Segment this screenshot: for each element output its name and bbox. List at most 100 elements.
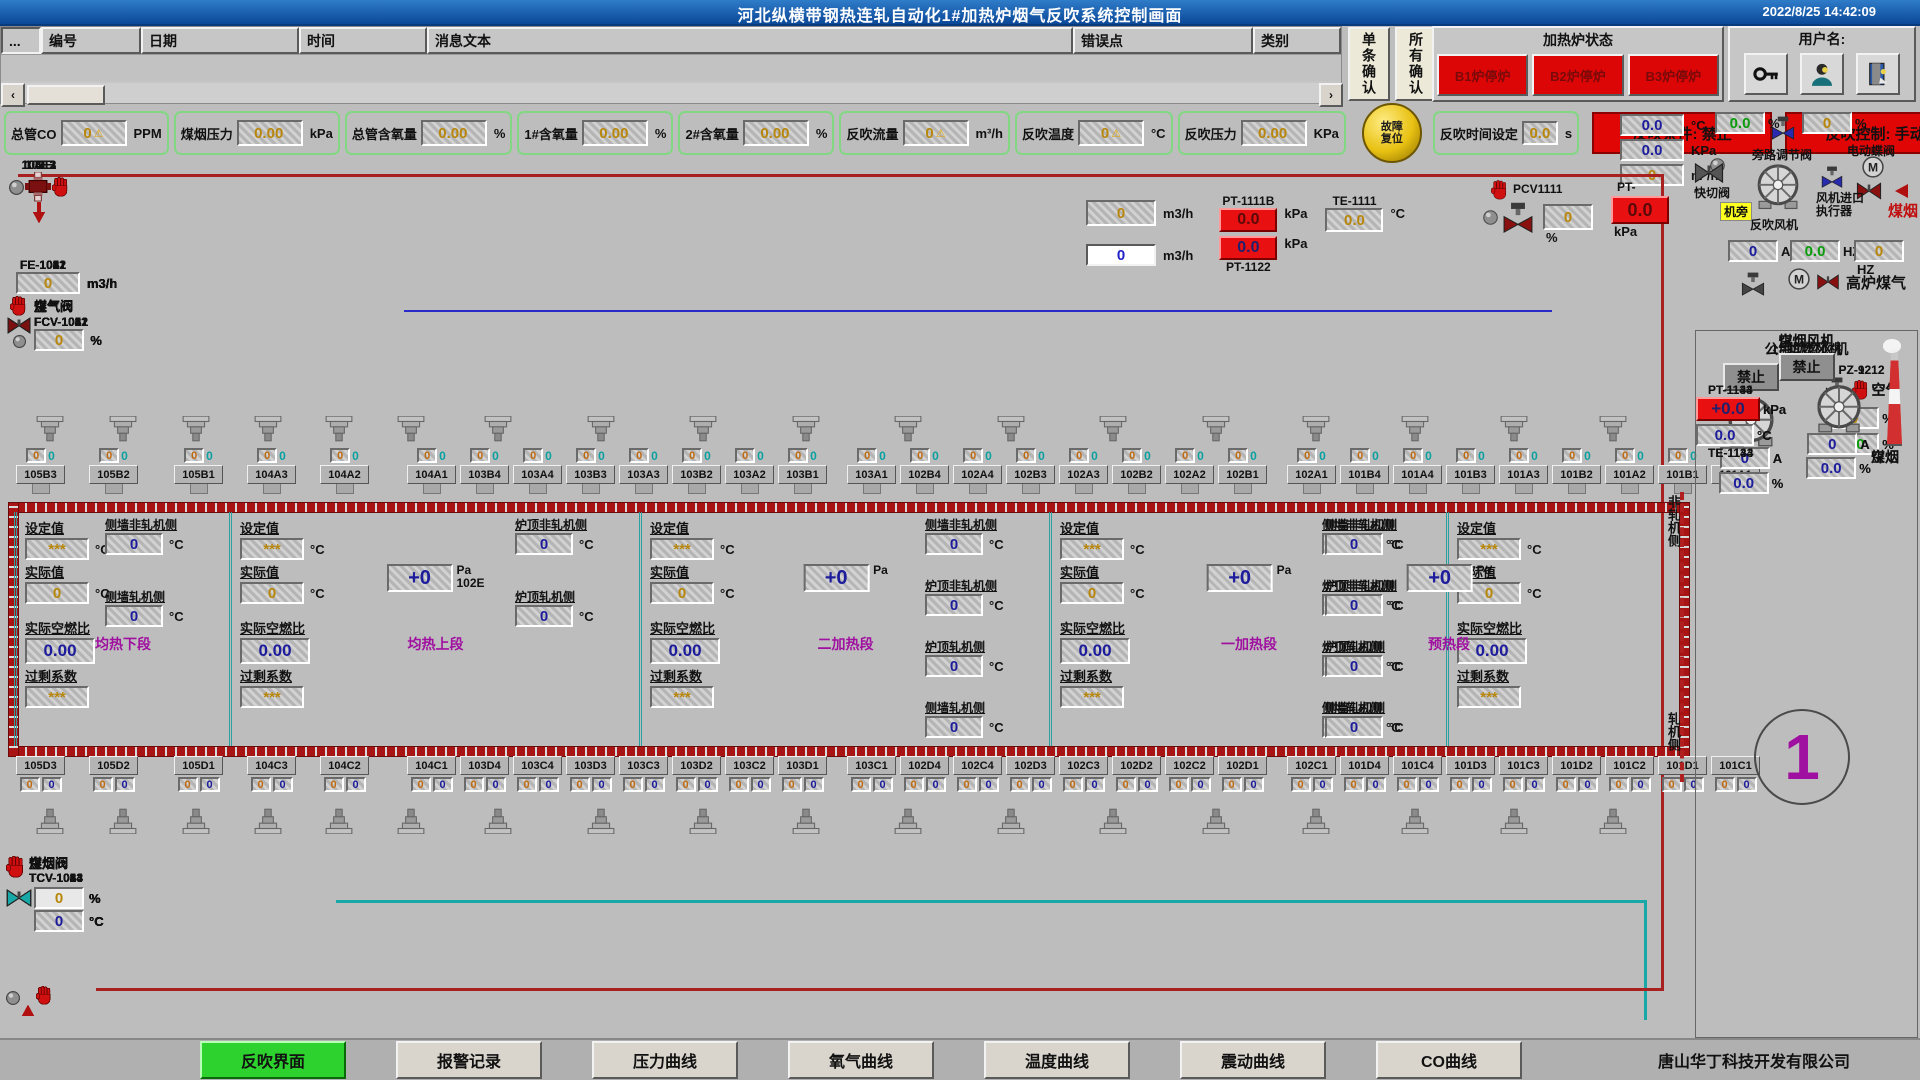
- burner-tag[interactable]: 102B2: [1112, 465, 1161, 484]
- ack-single-button[interactable]: 单条确认: [1348, 27, 1390, 101]
- nav-alarm-log[interactable]: 报警记录: [396, 1041, 542, 1079]
- burner-tag[interactable]: 103A2: [725, 465, 774, 484]
- zone-setpoint[interactable]: ***: [25, 538, 89, 560]
- alarm-col-id[interactable]: 编号: [41, 27, 141, 54]
- logout-button[interactable]: [1856, 53, 1900, 95]
- zone-setpoint[interactable]: ***: [1060, 538, 1124, 560]
- burner-tag[interactable]: 104A3: [247, 465, 296, 484]
- burner-tag[interactable]: 101B3: [1446, 465, 1495, 484]
- quick-cut-valve-icon[interactable]: [1694, 162, 1724, 184]
- nav-pressure-curve[interactable]: 压力曲线: [592, 1041, 738, 1079]
- alarm-col-errorpoint[interactable]: 错误点: [1073, 27, 1253, 54]
- shutoff-valve-icon[interactable]: [25, 172, 51, 202]
- hand-manual-icon[interactable]: [52, 177, 70, 197]
- nav-temperature-curve[interactable]: 温度曲线: [984, 1041, 1130, 1079]
- burner-tag[interactable]: 102A4: [953, 465, 1002, 484]
- alarm-col-category[interactable]: 类别: [1253, 27, 1341, 54]
- burner-tag[interactable]: 105B3: [16, 465, 65, 484]
- burner-tag[interactable]: 103A1: [847, 465, 896, 484]
- burner-tag[interactable]: 102D2: [1112, 756, 1161, 775]
- burner-tag[interactable]: 102B4: [900, 465, 949, 484]
- burner-tag[interactable]: 102D3: [1006, 756, 1055, 775]
- zone-setpoint[interactable]: ***: [650, 538, 714, 560]
- bfg-butterfly-icon[interactable]: [1816, 274, 1840, 290]
- burner-tag[interactable]: 102C4: [953, 756, 1002, 775]
- burner-tag[interactable]: 104A2: [320, 465, 369, 484]
- burner-tag[interactable]: 102D4: [900, 756, 949, 775]
- bypass-setpoint[interactable]: 0: [1802, 112, 1852, 134]
- scroll-right-arrow-icon[interactable]: ›: [1319, 83, 1343, 107]
- burner-tag[interactable]: 105D2: [89, 756, 138, 775]
- burner-tag[interactable]: 103A3: [619, 465, 668, 484]
- burner-tag[interactable]: 103D1: [778, 756, 827, 775]
- ack-all-button[interactable]: 所有确认: [1395, 27, 1437, 101]
- fan-hz-setpoint[interactable]: 0: [1854, 240, 1904, 262]
- burner-tag[interactable]: 105D3: [16, 756, 65, 775]
- burner-tag[interactable]: 101A2: [1605, 465, 1654, 484]
- burner-tag[interactable]: 104A1: [407, 465, 456, 484]
- nav-oxygen-curve[interactable]: 氧气曲线: [788, 1041, 934, 1079]
- burner-tag[interactable]: 103B2: [672, 465, 721, 484]
- zone-setpoint[interactable]: ***: [1457, 538, 1521, 560]
- burner-tag[interactable]: 105B1: [174, 465, 223, 484]
- fan-inlet-actuator-icon[interactable]: [1820, 166, 1844, 190]
- alarm-menu-button[interactable]: ...: [1, 27, 41, 54]
- hand-manual-icon[interactable]: [1491, 180, 1509, 200]
- hand-manual-icon[interactable]: [36, 986, 53, 1005]
- burner-tag[interactable]: 102B1: [1218, 465, 1267, 484]
- burner-tag[interactable]: 103A4: [513, 465, 562, 484]
- burner-tag[interactable]: 102C1: [1287, 756, 1336, 775]
- burner-tag[interactable]: 101D4: [1340, 756, 1389, 775]
- alarm-scrollbar[interactable]: ‹ ›: [1, 83, 1343, 103]
- burner-tag[interactable]: 103C4: [513, 756, 562, 775]
- control-valve-icon[interactable]: [7, 317, 31, 334]
- login-button[interactable]: [1744, 53, 1788, 95]
- burner-tag[interactable]: 101C4: [1393, 756, 1442, 775]
- zone-setpoint[interactable]: ***: [240, 538, 304, 560]
- pcv-valve-icon[interactable]: [1501, 202, 1535, 236]
- burner-tag[interactable]: 103B4: [460, 465, 509, 484]
- alarm-col-time[interactable]: 时间: [299, 27, 427, 54]
- fault-reset-button[interactable]: 故障复位: [1362, 103, 1422, 163]
- burner-tag[interactable]: 105B2: [89, 465, 138, 484]
- burner-tag[interactable]: 101B4: [1340, 465, 1389, 484]
- burner-tag[interactable]: 102B3: [1006, 465, 1055, 484]
- burner-tag[interactable]: 103B3: [566, 465, 615, 484]
- burner-tag[interactable]: 101C3: [1499, 756, 1548, 775]
- burner-tag[interactable]: 103C1: [847, 756, 896, 775]
- nav-vibration-curve[interactable]: 震动曲线: [1180, 1041, 1326, 1079]
- burner-tag[interactable]: 105D1: [174, 756, 223, 775]
- burner-tag[interactable]: 103D4: [460, 756, 509, 775]
- scrollbar-thumb[interactable]: [27, 85, 105, 105]
- burner-tag[interactable]: 102A3: [1059, 465, 1108, 484]
- burner-tag[interactable]: 103D2: [672, 756, 721, 775]
- furnace-b1-button[interactable]: B1炉停炉: [1437, 54, 1528, 96]
- bypass-valve-icon[interactable]: [1770, 116, 1796, 142]
- burner-tag[interactable]: 101A4: [1393, 465, 1442, 484]
- burner-tag[interactable]: 104C2: [320, 756, 369, 775]
- burner-tag[interactable]: 102A1: [1287, 465, 1336, 484]
- nav-backblow-screen[interactable]: 反吹界面: [200, 1041, 346, 1079]
- scroll-left-arrow-icon[interactable]: ‹: [1, 83, 25, 107]
- burner-tag[interactable]: 104C3: [247, 756, 296, 775]
- fan-icon[interactable]: [1811, 383, 1867, 433]
- hand-manual-icon[interactable]: [10, 296, 28, 316]
- furnace-b2-button[interactable]: B2炉停炉: [1532, 54, 1623, 96]
- burner-tag[interactable]: 101C2: [1605, 756, 1654, 775]
- burner-tag[interactable]: 103C2: [725, 756, 774, 775]
- burner-tag[interactable]: 101A3: [1499, 465, 1548, 484]
- burner-tag[interactable]: 101D3: [1446, 756, 1495, 775]
- burner-tag[interactable]: 104C1: [407, 756, 456, 775]
- furnace-b3-button[interactable]: B3炉停炉: [1628, 54, 1719, 96]
- bfg-valve-icon[interactable]: [1740, 272, 1766, 298]
- burner-tag[interactable]: 103D3: [566, 756, 615, 775]
- burner-tag[interactable]: 102C2: [1165, 756, 1214, 775]
- tcv-valve-icon[interactable]: [6, 889, 32, 907]
- burner-tag[interactable]: 102C3: [1059, 756, 1108, 775]
- backblow-fan-icon[interactable]: [1752, 162, 1804, 210]
- alarm-col-message[interactable]: 消息文本: [427, 27, 1073, 54]
- burner-tag[interactable]: 101B2: [1552, 465, 1601, 484]
- burner-tag[interactable]: 101D2: [1552, 756, 1601, 775]
- burner-tag[interactable]: 103C3: [619, 756, 668, 775]
- backblow-time-input[interactable]: 0.0: [1522, 121, 1558, 145]
